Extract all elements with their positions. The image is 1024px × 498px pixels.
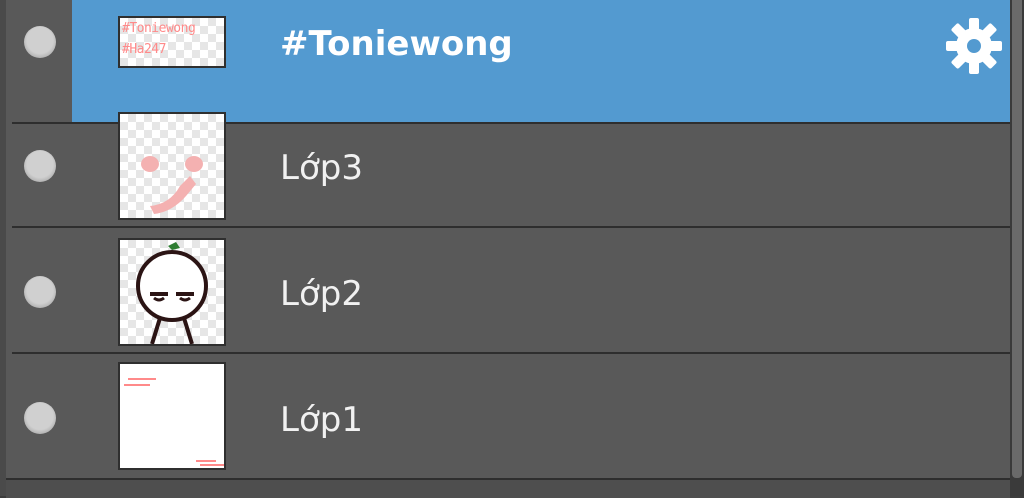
layer-row-lop3[interactable]: Lớp3 bbox=[12, 104, 1012, 228]
layer-row-lop2[interactable]: Lớp2 bbox=[12, 230, 1012, 354]
gear-icon[interactable] bbox=[944, 16, 1004, 76]
layer-name[interactable]: #Toniewong bbox=[280, 24, 513, 64]
thumbnail-text-line: #Ha247 bbox=[122, 42, 166, 57]
layer-name[interactable]: Lớp2 bbox=[280, 274, 363, 314]
layers-panel: #Toniewong #Ha247 #Toniewong Lớp3 Lớp2 L… bbox=[0, 0, 1012, 498]
panel-footer bbox=[6, 478, 1010, 498]
layer-row-lop1[interactable]: Lớp1 bbox=[12, 356, 1012, 480]
visibility-toggle-icon[interactable] bbox=[24, 276, 56, 308]
visibility-toggle-icon[interactable] bbox=[24, 26, 56, 58]
layer-thumbnail: #Toniewong #Ha247 bbox=[118, 16, 226, 68]
scrollbar[interactable] bbox=[1010, 0, 1024, 496]
scrollbar-thumb[interactable] bbox=[1012, 0, 1022, 478]
layer-thumbnail bbox=[118, 112, 226, 220]
visibility-toggle-icon[interactable] bbox=[24, 150, 56, 182]
layer-thumbnail bbox=[118, 362, 226, 470]
character-drawing bbox=[136, 242, 208, 344]
layer-name[interactable]: Lớp3 bbox=[280, 148, 363, 188]
blush-drawing bbox=[141, 156, 203, 214]
layer-thumbnail bbox=[118, 238, 226, 346]
layer-name[interactable]: Lớp1 bbox=[280, 400, 363, 440]
thumbnail-text-line: #Toniewong bbox=[122, 21, 196, 36]
layer-background-drawing bbox=[124, 378, 224, 466]
visibility-toggle-icon[interactable] bbox=[24, 402, 56, 434]
